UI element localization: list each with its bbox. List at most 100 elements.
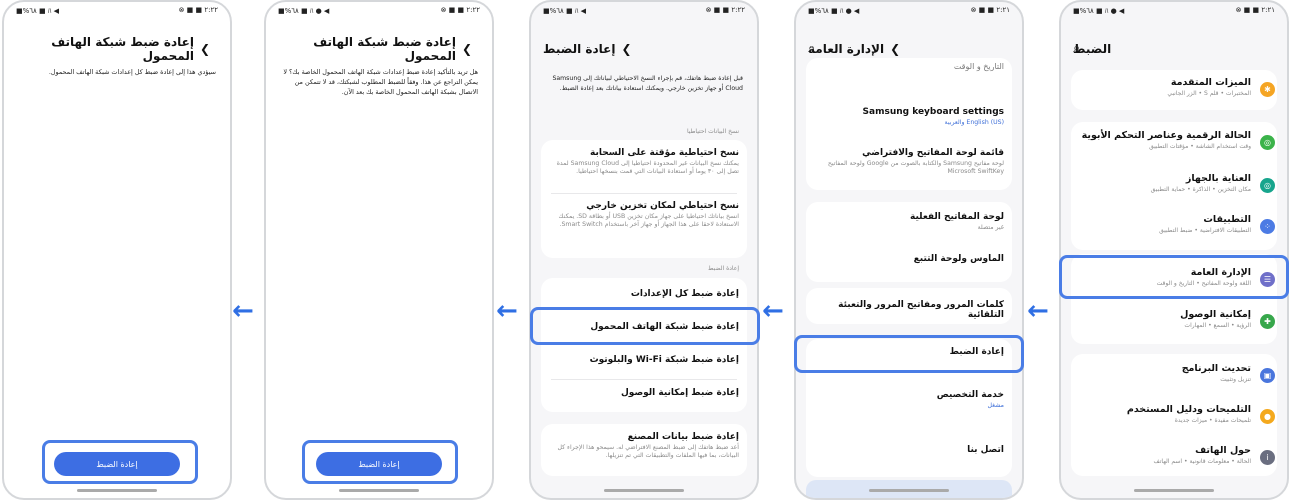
- search-icon[interactable]: ⌕: [808, 41, 815, 56]
- factory-reset-item[interactable]: إعادة ضبط بيانات المصنع أعد ضبط هاتفك إل…: [549, 432, 739, 461]
- divider: [551, 193, 737, 194]
- back-arrow-icon[interactable]: ❯: [621, 42, 631, 56]
- accessibility-sub: الرؤية • السمع • المهارات: [1184, 322, 1251, 329]
- contact-us-title: اتصل بنا: [967, 445, 1004, 455]
- phone-screen-settings: ■%٦٨ ■ ﾊ ● ◀ ⊗ ■ ■ ٢:٢١ ⌕ الضبط ✱ الميزا…: [1059, 0, 1289, 500]
- accessibility-title: إمكانية الوصول: [1180, 309, 1251, 320]
- accessibility-item[interactable]: إمكانية الوصول الرؤية • السمع • المهارات: [1071, 309, 1251, 329]
- cloud-backup-item[interactable]: نسخ احتياطية مؤقتة على السحابة يمكنك نسخ…: [549, 148, 739, 177]
- accessibility-icon: ✚: [1260, 314, 1275, 329]
- about-phone-title: حول الهاتف: [1195, 445, 1251, 456]
- highlight-box: [530, 307, 760, 345]
- customization-sub: مشغل: [987, 402, 1004, 409]
- status-left: ■%٦٨ ■ ﾊ ● ◀: [808, 7, 860, 15]
- back-arrow-icon[interactable]: ❯: [890, 42, 900, 56]
- apps-title: التطبيقات: [1203, 214, 1251, 225]
- status-right: ⊗ ■ ■ ٢:٢٢: [440, 6, 480, 14]
- passwords-item[interactable]: كلمات المرور ومفاتيح المرور والتعبئة الت…: [814, 300, 1004, 320]
- phone-screen-reset: ■%٦٨ ■ ﾊ ◀ ⊗ ■ ■ ٢:٢٢ ❯ إعادة الضبط قبل …: [529, 0, 759, 500]
- status-bar: ■%٦٨ ■ ﾊ ● ◀ ⊗ ■ ■ ٢:٢٢: [266, 6, 492, 20]
- apps-grid-icon: ⁘: [1260, 219, 1275, 234]
- screen-header: ❯ إعادة الضبط: [531, 36, 757, 62]
- status-right: ⊗ ■ ■ ٢:٢١: [970, 6, 1010, 14]
- contact-us-item[interactable]: اتصل بنا: [814, 445, 1004, 455]
- page-title: الإدارة العامة: [808, 42, 885, 56]
- highlight-box: [794, 335, 1024, 373]
- tips-bulb-icon: ●: [1260, 409, 1275, 424]
- reset-all-settings[interactable]: إعادة ضبط كل الإعدادات: [549, 289, 739, 299]
- back-arrow-icon[interactable]: ❯: [462, 42, 472, 56]
- tips-item[interactable]: التلميحات ودليل المستخدم تلميحات مفيدة •…: [1071, 404, 1251, 424]
- page-title: إعادة الضبط: [543, 42, 616, 56]
- factory-reset-title: إعادة ضبط بيانات المصنع: [627, 432, 739, 442]
- software-update-sub: تنزيل وتثبيت: [1220, 376, 1251, 383]
- status-right: ⊗ ■ ■ ٢:٢٢: [705, 6, 745, 14]
- phone-screen-confirm: ■%٦٨ ■ ﾊ ◀ ⊗ ■ ■ ٢:٢٢ ❯ إعادة ضبط شبكة ا…: [2, 0, 232, 500]
- network-reset-body: هل تريد بالتأكيد إعادة ضبط إعدادات شبكة …: [283, 68, 478, 96]
- status-left: ■%٦٨ ■ ﾊ ● ◀: [1073, 7, 1125, 15]
- advanced-features-title: الميزات المتقدمة: [1170, 77, 1251, 88]
- samsung-keyboard-item[interactable]: Samsung keyboard settings English (US) و…: [814, 107, 1004, 127]
- status-right: ⊗ ■ ■ ٢:٢١: [1235, 6, 1275, 14]
- date-time-item-cut[interactable]: التاريخ و الوقت: [814, 60, 1004, 73]
- keyboard-list-sub: لوحة مفاتيح Samsung والكتابة بالصوت من G…: [827, 160, 1004, 176]
- status-bar: ■%٦٨ ■ ﾊ ● ◀ ⊗ ■ ■ ٢:٢١: [1061, 6, 1287, 20]
- section-header-backup: نسخ البيانات احتياطيا: [686, 128, 739, 135]
- mouse-trackpad-item[interactable]: الماوس ولوحة التتبع: [814, 254, 1004, 264]
- gesture-bar: [604, 489, 684, 492]
- cloud-backup-title: نسخ احتياطية مؤقتة على السحابة: [590, 148, 739, 158]
- info-icon: i: [1260, 450, 1275, 465]
- physical-keyboard-item[interactable]: لوحة المفاتيح الفعلية غير متصلة: [814, 212, 1004, 232]
- device-care-icon: ◎: [1260, 178, 1275, 193]
- customization-service-item[interactable]: خدمة التخصيص مشغل: [814, 390, 1004, 410]
- status-right: ⊗ ■ ■ ٢:٢٢: [178, 6, 218, 14]
- apps-sub: التطبيقات الافتراضية • ضبط التطبيق: [1159, 227, 1251, 234]
- passwords-title: كلمات المرور ومفاتيح المرور والتعبئة الت…: [838, 300, 1004, 320]
- section-header-reset: إعادة الضبط: [707, 265, 739, 272]
- about-phone-sub: الحالة • معلومات قانونية • اسم الهاتف: [1153, 458, 1251, 465]
- customization-title: خدمة التخصيص: [936, 390, 1004, 400]
- arrow-left-icon: ←: [496, 296, 518, 326]
- physical-keyboard-sub: غير متصلة: [977, 224, 1004, 231]
- advanced-features-item[interactable]: الميزات المتقدمة المختبرات • قلم S • الز…: [1071, 77, 1251, 97]
- tips-title: التلميحات ودليل المستخدم: [1126, 404, 1251, 415]
- mouse-trackpad-title: الماوس ولوحة التتبع: [913, 254, 1004, 264]
- tips-sub: تلميحات مفيدة • ميزات جديدة: [1174, 417, 1251, 424]
- status-left: ■%٦٨ ■ ﾊ ◀: [543, 7, 586, 15]
- highlight-box: [42, 440, 198, 484]
- page-title: إعادة ضبط شبكة الهاتف المحمول: [51, 35, 194, 63]
- software-update-title: تحديث البرنامج: [1181, 363, 1251, 374]
- external-backup-sub: انسخ بياناتك احتياطيا على جهاز مكان تخزي…: [558, 213, 739, 229]
- advanced-features-sub: المختبرات • قلم S • الزر الجانبي: [1167, 90, 1251, 97]
- arrow-left-icon: ←: [232, 296, 254, 326]
- status-bar: ■%٦٨ ■ ﾊ ● ◀ ⊗ ■ ■ ٢:٢١: [796, 6, 1022, 20]
- highlight-box: [302, 440, 458, 484]
- keyboard-list-item[interactable]: قائمة لوحة المفاتيح والافتراضي لوحة مفات…: [814, 148, 1004, 177]
- gesture-bar: [1134, 489, 1214, 492]
- digital-wellbeing-item[interactable]: الحالة الرقمية وعناصر التحكم الأبوية وقت…: [1071, 130, 1251, 150]
- screen-header: ❯ إعادة ضبط شبكة الهاتف المحمول: [4, 35, 230, 63]
- reset-all-label: إعادة ضبط كل الإعدادات: [630, 289, 739, 299]
- device-care-title: العناية بالجهاز: [1185, 173, 1251, 184]
- arrow-left-icon: ←: [1027, 296, 1049, 326]
- physical-keyboard-title: لوحة المفاتيح الفعلية: [910, 212, 1004, 222]
- cloud-backup-sub: يمكنك نسخ البيانات غير المحدودة احتياطيا…: [556, 160, 739, 176]
- apps-item[interactable]: التطبيقات التطبيقات الافتراضية • ضبط الت…: [1071, 214, 1251, 234]
- reset-access-label: إعادة ضبط إمكانية الوصول: [621, 388, 739, 398]
- back-arrow-icon[interactable]: ❯: [200, 42, 210, 56]
- screen-header: ❯ إعادة ضبط شبكة الهاتف المحمول: [266, 35, 492, 63]
- reset-accessibility[interactable]: إعادة ضبط إمكانية الوصول: [549, 388, 739, 398]
- keyboard-list-title: قائمة لوحة المفاتيح والافتراضي: [862, 148, 1004, 158]
- status-left: ■%٦٨ ■ ﾊ ● ◀: [278, 7, 330, 15]
- status-bar: ■%٦٨ ■ ﾊ ◀ ⊗ ■ ■ ٢:٢٢: [4, 6, 230, 20]
- software-update-item[interactable]: تحديث البرنامج تنزيل وتثبيت: [1071, 363, 1251, 383]
- phone-screen-network-reset: ■%٦٨ ■ ﾊ ● ◀ ⊗ ■ ■ ٢:٢٢ ❯ إعادة ضبط شبكة…: [264, 0, 494, 500]
- device-care-item[interactable]: العناية بالجهاز مكان التخزين • الذاكرة •…: [1071, 173, 1251, 193]
- digital-wellbeing-sub: وقت استخدام الشاشة • مؤقتات التطبيق: [1149, 143, 1251, 150]
- highlight-box: [1059, 255, 1289, 299]
- search-icon[interactable]: ⌕: [1073, 41, 1080, 56]
- external-backup-item[interactable]: نسخ احتياطي لمكان تخزين خارجي انسخ بيانا…: [549, 201, 739, 230]
- reset-wifi-bluetooth[interactable]: إعادة ضبط شبكة Wi-Fi والبلوتوث: [549, 355, 739, 365]
- screen-header: ⌕ الضبط: [1061, 36, 1287, 62]
- about-phone-item[interactable]: حول الهاتف الحالة • معلومات قانونية • اس…: [1071, 445, 1251, 465]
